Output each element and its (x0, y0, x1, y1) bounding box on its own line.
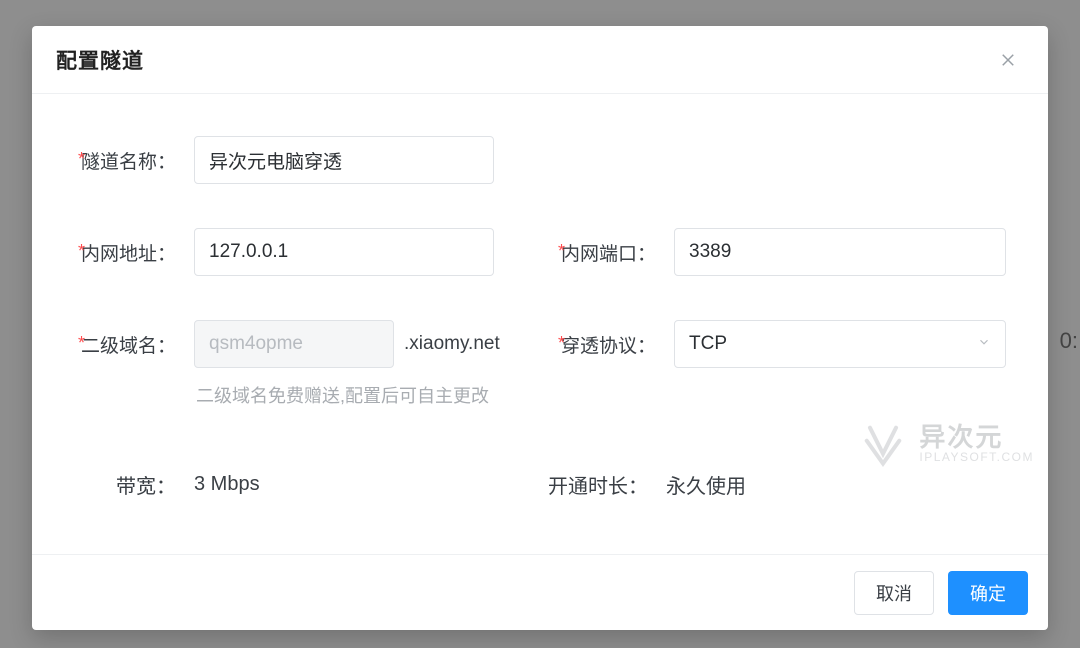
background-text-fragment: 0: (1060, 328, 1078, 354)
confirm-button[interactable]: 确定 (948, 571, 1028, 615)
watermark-text-cn: 异次元 (919, 424, 1034, 451)
close-icon[interactable] (996, 48, 1020, 72)
field-intranet-port: 内网端口： (544, 228, 1016, 276)
subdomain-suffix: .xiaomy.net (404, 333, 500, 355)
field-intranet-address: 内网地址： (64, 228, 536, 276)
label-subdomain: 二级域名： (64, 331, 180, 358)
label-protocol: 穿透协议： (544, 331, 660, 358)
watermark-logo-icon (857, 418, 909, 470)
label-bandwidth: 带宽： (64, 470, 180, 499)
subdomain-input (194, 320, 394, 368)
modal-title: 配置隧道 (56, 45, 144, 75)
field-protocol: 穿透协议： TCP (544, 320, 1016, 368)
modal-header: 配置隧道 (32, 26, 1048, 94)
field-bandwidth: 带宽： 3 Mbps (64, 470, 536, 499)
label-intranet-address: 内网地址： (64, 239, 180, 266)
value-bandwidth: 3 Mbps (180, 473, 260, 496)
label-tunnel-name: 隧道名称： (64, 147, 180, 174)
field-subdomain: 二级域名： .xiaomy.net (64, 320, 536, 368)
label-duration: 开通时长： (536, 470, 652, 499)
subdomain-helper-text: 二级域名免费赠送,配置后可自主更改 (64, 382, 536, 412)
configure-tunnel-modal: 配置隧道 隧道名称： 内网地址： 内网端口： (32, 26, 1048, 630)
value-duration: 永久使用 (652, 470, 746, 499)
field-tunnel-name: 隧道名称： (64, 136, 536, 184)
watermark: 异次元 IPLAYSOFT.COM (857, 418, 1034, 470)
protocol-select-value: TCP (689, 333, 727, 355)
label-intranet-port: 内网端口： (544, 239, 660, 266)
field-duration: 开通时长： 永久使用 (536, 470, 1008, 499)
modal-body: 隧道名称： 内网地址： 内网端口： 二级域名： (32, 94, 1048, 554)
cancel-button[interactable]: 取消 (854, 571, 934, 615)
protocol-select[interactable]: TCP (674, 320, 1006, 368)
chevron-down-icon (977, 333, 991, 355)
modal-footer: 取消 确定 (32, 554, 1048, 630)
intranet-port-input[interactable] (674, 228, 1006, 276)
watermark-text-en: IPLAYSOFT.COM (919, 451, 1034, 464)
tunnel-name-input[interactable] (194, 136, 494, 184)
intranet-address-input[interactable] (194, 228, 494, 276)
